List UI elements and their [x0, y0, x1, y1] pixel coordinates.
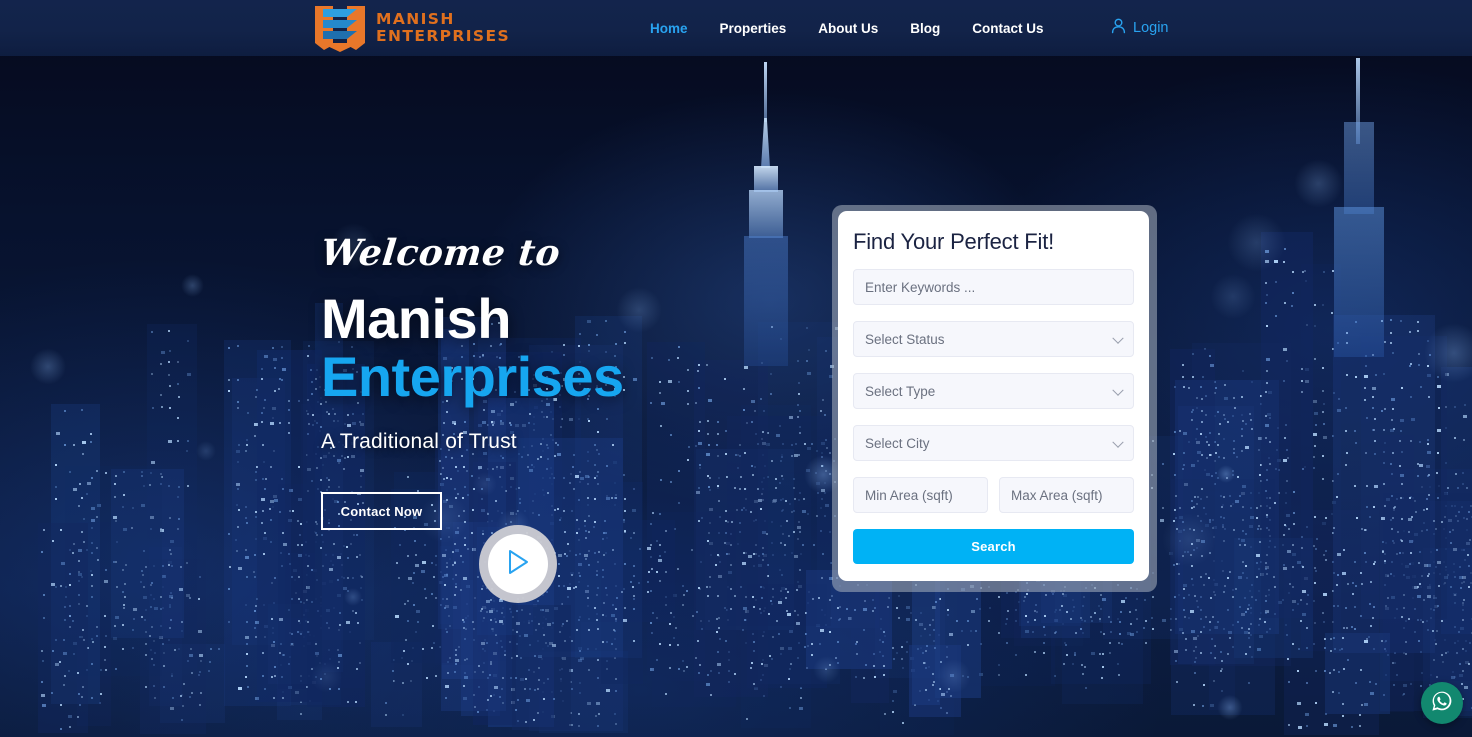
property-search-card: Find Your Perfect Fit! Enter Keywords ..…	[838, 211, 1149, 581]
nav-item-contact-us[interactable]: Contact Us	[956, 21, 1059, 36]
user-icon	[1111, 18, 1126, 39]
shield-chevron-logo-icon	[313, 3, 367, 53]
min-area-input[interactable]: Min Area (sqft)	[853, 477, 988, 513]
city-select-label: Select City	[865, 435, 930, 451]
city-select[interactable]: Select City	[853, 425, 1134, 461]
login-label: Login	[1133, 20, 1169, 36]
keywords-input[interactable]: Enter Keywords ...	[853, 269, 1134, 305]
status-select[interactable]: Select Status	[853, 321, 1134, 357]
landmark-tower-secondary-icon	[1330, 58, 1388, 357]
nav-item-blog[interactable]: Blog	[894, 21, 956, 36]
login-button[interactable]: Login	[1111, 0, 1168, 56]
hero-actions: Contact Now	[321, 492, 624, 531]
type-select-label: Select Type	[865, 383, 936, 399]
brand-name-line1: MANISH	[376, 10, 455, 29]
nav-item-home[interactable]: Home	[634, 21, 704, 36]
video-play-button[interactable]	[479, 525, 557, 603]
status-select-label: Select Status	[865, 331, 945, 347]
search-button[interactable]: Search	[853, 529, 1134, 564]
contact-now-button[interactable]: Contact Now	[321, 492, 442, 531]
hero-background-image	[0, 0, 1472, 737]
area-range-row: Min Area (sqft) Max Area (sqft)	[853, 477, 1134, 513]
page-root: MANISH ENTERPRISES Home Properties About…	[0, 0, 1472, 737]
search-card-title: Find Your Perfect Fit!	[853, 229, 1055, 254]
keywords-placeholder: Enter Keywords ...	[865, 279, 976, 295]
whatsapp-float-button[interactable]	[1421, 682, 1463, 724]
type-select[interactable]: Select Type	[853, 373, 1134, 409]
brand-name-line2: ENTERPRISES	[376, 27, 511, 45]
hero-title-line1: Manish	[321, 287, 511, 350]
nav-item-about-us[interactable]: About Us	[802, 21, 894, 36]
play-button-inner	[488, 534, 548, 594]
brand-logo[interactable]: MANISH ENTERPRISES	[313, 3, 510, 53]
chevron-down-icon	[1112, 384, 1124, 396]
chevron-down-icon	[1112, 332, 1124, 344]
min-area-placeholder: Min Area (sqft)	[865, 487, 953, 503]
hero-title-line2: Enterprises	[321, 345, 624, 409]
nav-item-properties[interactable]: Properties	[704, 21, 803, 36]
max-area-placeholder: Max Area (sqft)	[1011, 487, 1103, 503]
max-area-input[interactable]: Max Area (sqft)	[999, 477, 1134, 513]
whatsapp-icon	[1430, 689, 1454, 718]
hero-content: Welcome to Manish Enterprises A Traditio…	[318, 232, 624, 531]
site-header: MANISH ENTERPRISES Home Properties About…	[0, 0, 1472, 56]
hero-subtitle: A Traditional of Trust	[321, 430, 517, 454]
play-triangle-icon	[505, 548, 531, 581]
main-navigation: Home Properties About Us Blog Contact Us	[634, 0, 1060, 56]
landmark-tower-icon	[744, 62, 788, 366]
hero-welcome-text: Welcome to	[318, 232, 563, 274]
chevron-down-icon	[1112, 436, 1124, 448]
